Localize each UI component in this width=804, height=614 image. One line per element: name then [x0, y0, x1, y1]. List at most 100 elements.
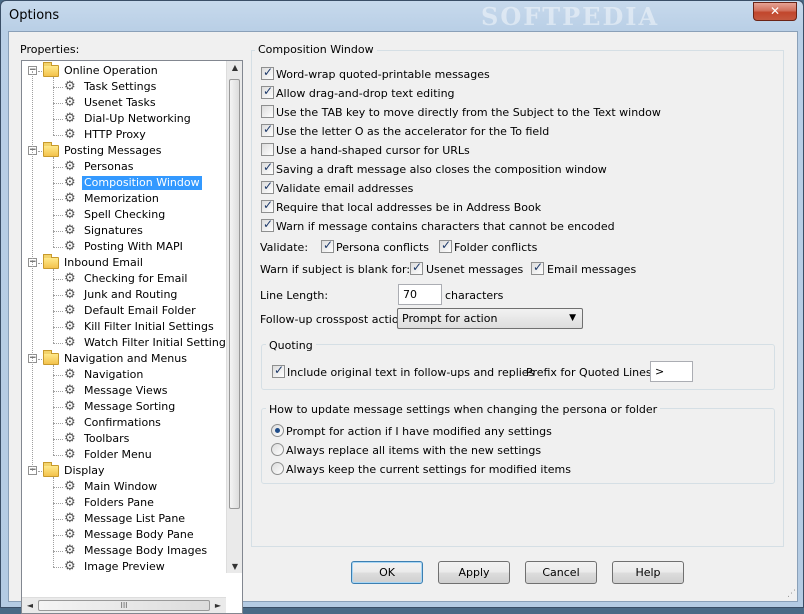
tree-connector	[53, 269, 54, 343]
composition-option-checkbox[interactable]	[261, 217, 274, 232]
validate-label: Validate:	[260, 241, 309, 254]
characters-label: characters	[445, 289, 504, 302]
followup-crosspost-select[interactable]: Prompt for action ▼	[397, 308, 583, 329]
tree-connector	[53, 423, 63, 424]
gear-icon: ⚙	[64, 367, 76, 382]
tree-item-label: Message Body Pane	[84, 528, 194, 541]
tree-connector	[53, 439, 63, 440]
tree-item-label: Navigation and Menus	[64, 352, 187, 365]
tree-connector	[53, 455, 63, 456]
folder-icon	[43, 350, 59, 365]
tree-connector	[53, 247, 63, 248]
tree-item-label: Navigation	[84, 368, 144, 381]
followup-crosspost-label: Follow-up crosspost action:	[260, 313, 410, 326]
tree-item-label: Checking for Email	[84, 272, 188, 285]
gear-icon: ⚙	[64, 111, 76, 126]
gear-icon: ⚙	[64, 271, 76, 286]
scroll-down-icon[interactable]: ▼	[227, 562, 242, 571]
persona-conflicts-label: Persona conflicts	[336, 241, 430, 254]
gear-icon: ⚙	[64, 399, 76, 414]
resize-grip-icon[interactable]: ⋰	[787, 589, 796, 599]
folder-conflicts-label: Folder conflicts	[454, 241, 538, 254]
persona-update-label: Always keep the current settings for mod…	[286, 463, 572, 476]
tree-connector	[53, 87, 63, 88]
tree-item-label: Usenet Tasks	[84, 96, 156, 109]
cancel-button[interactable]: Cancel	[525, 561, 597, 584]
quoted-prefix-input[interactable]: >	[650, 361, 693, 382]
tree-vertical-scrollbar[interactable]: ▲ ▼	[226, 61, 242, 573]
tree-item-label: Task Settings	[84, 80, 157, 93]
tree-item-label: Default Email Folder	[84, 304, 196, 317]
tree-item-label: Display	[64, 464, 105, 477]
gear-icon: ⚙	[64, 383, 76, 398]
line-length-input[interactable]: 70	[398, 284, 442, 305]
close-button[interactable]: ✕	[753, 2, 797, 21]
tree-connector	[53, 135, 63, 136]
properties-tree[interactable]: − Online Operation ⚙ Task Settings ⚙ Usenet T…	[21, 60, 243, 614]
properties-label: Properties:	[20, 43, 80, 56]
ok-button[interactable]: OK	[351, 561, 423, 584]
composition-option-label: Use the letter O as the accelerator for …	[276, 125, 550, 138]
gear-icon: ⚙	[64, 95, 76, 110]
tree-connector	[53, 551, 63, 552]
tree-item-label: Message List Pane	[84, 512, 186, 525]
tree-item-label: Message Body Images	[84, 544, 208, 557]
composition-option-checkbox[interactable]	[261, 198, 274, 213]
folder-conflicts-checkbox[interactable]	[439, 238, 452, 253]
scroll-left-icon[interactable]: ◄	[22, 601, 38, 610]
persona-update-radio[interactable]	[271, 424, 284, 437]
composition-option-checkbox[interactable]	[261, 160, 274, 175]
composition-option-checkbox[interactable]	[261, 65, 274, 80]
chevron-down-icon: ▼	[569, 313, 576, 323]
email-messages-checkbox[interactable]	[531, 260, 544, 275]
folder-icon	[43, 254, 59, 269]
composition-option-checkbox[interactable]	[261, 122, 274, 137]
tree-connector	[53, 157, 54, 247]
tree-item-label: Confirmations	[84, 416, 161, 429]
tree-item-label: Watch Filter Initial Settings	[84, 336, 232, 349]
persona-update-radio[interactable]	[271, 443, 284, 456]
gear-icon: ⚙	[64, 303, 76, 318]
apply-button[interactable]: Apply	[438, 561, 510, 584]
tree-connector	[53, 327, 63, 328]
tree-connector	[38, 471, 42, 472]
gear-icon: ⚙	[64, 191, 76, 206]
tree-item-label: Main Window	[84, 480, 158, 493]
gear-icon: ⚙	[64, 207, 76, 222]
scroll-up-icon[interactable]: ▲	[227, 63, 242, 72]
tree-item-label: Toolbars	[84, 432, 130, 445]
persona-conflicts-checkbox[interactable]	[321, 238, 334, 253]
tree-connector	[53, 119, 63, 120]
dialog-client-area: Properties: − Online Operation ⚙ Task Setti…	[8, 31, 798, 614]
gear-icon: ⚙	[64, 79, 76, 94]
composition-option-label: Validate email addresses	[276, 182, 414, 195]
tree-connector	[53, 503, 63, 504]
tree-connector	[53, 311, 63, 312]
scroll-right-icon[interactable]: ►	[210, 601, 226, 610]
composition-option-checkbox[interactable]	[261, 179, 274, 194]
title-bar[interactable]: Options SOFTPEDIA ✕	[1, 1, 803, 31]
tree-connector	[53, 343, 63, 344]
tree-horizontal-scrollbar[interactable]: ◄ III ►	[22, 597, 226, 613]
folder-icon	[43, 462, 59, 477]
gear-icon: ⚙	[64, 543, 76, 558]
horizontal-scroll-thumb[interactable]: III	[38, 600, 210, 611]
quoting-title: Quoting	[266, 339, 316, 352]
composition-option-checkbox[interactable]	[261, 143, 274, 156]
gear-icon: ⚙	[64, 479, 76, 494]
gear-icon: ⚙	[64, 511, 76, 526]
composition-option-label: Use a hand-shaped cursor for URLs	[276, 144, 470, 157]
tree-connector	[53, 279, 63, 280]
tree-connector	[53, 199, 63, 200]
persona-update-radio[interactable]	[271, 462, 284, 475]
vertical-scroll-thumb[interactable]	[229, 79, 240, 509]
gear-icon: ⚙	[64, 239, 76, 254]
tree-item-label: Folders Pane	[84, 496, 154, 509]
include-original-checkbox[interactable]	[272, 363, 285, 378]
tree-item-label: Posting Messages	[64, 144, 162, 157]
usenet-messages-checkbox[interactable]	[410, 260, 423, 275]
help-button[interactable]: Help	[612, 561, 684, 584]
scroll-grip-icon: III	[120, 601, 128, 610]
composition-option-checkbox[interactable]	[261, 105, 274, 118]
composition-option-checkbox[interactable]	[261, 84, 274, 99]
